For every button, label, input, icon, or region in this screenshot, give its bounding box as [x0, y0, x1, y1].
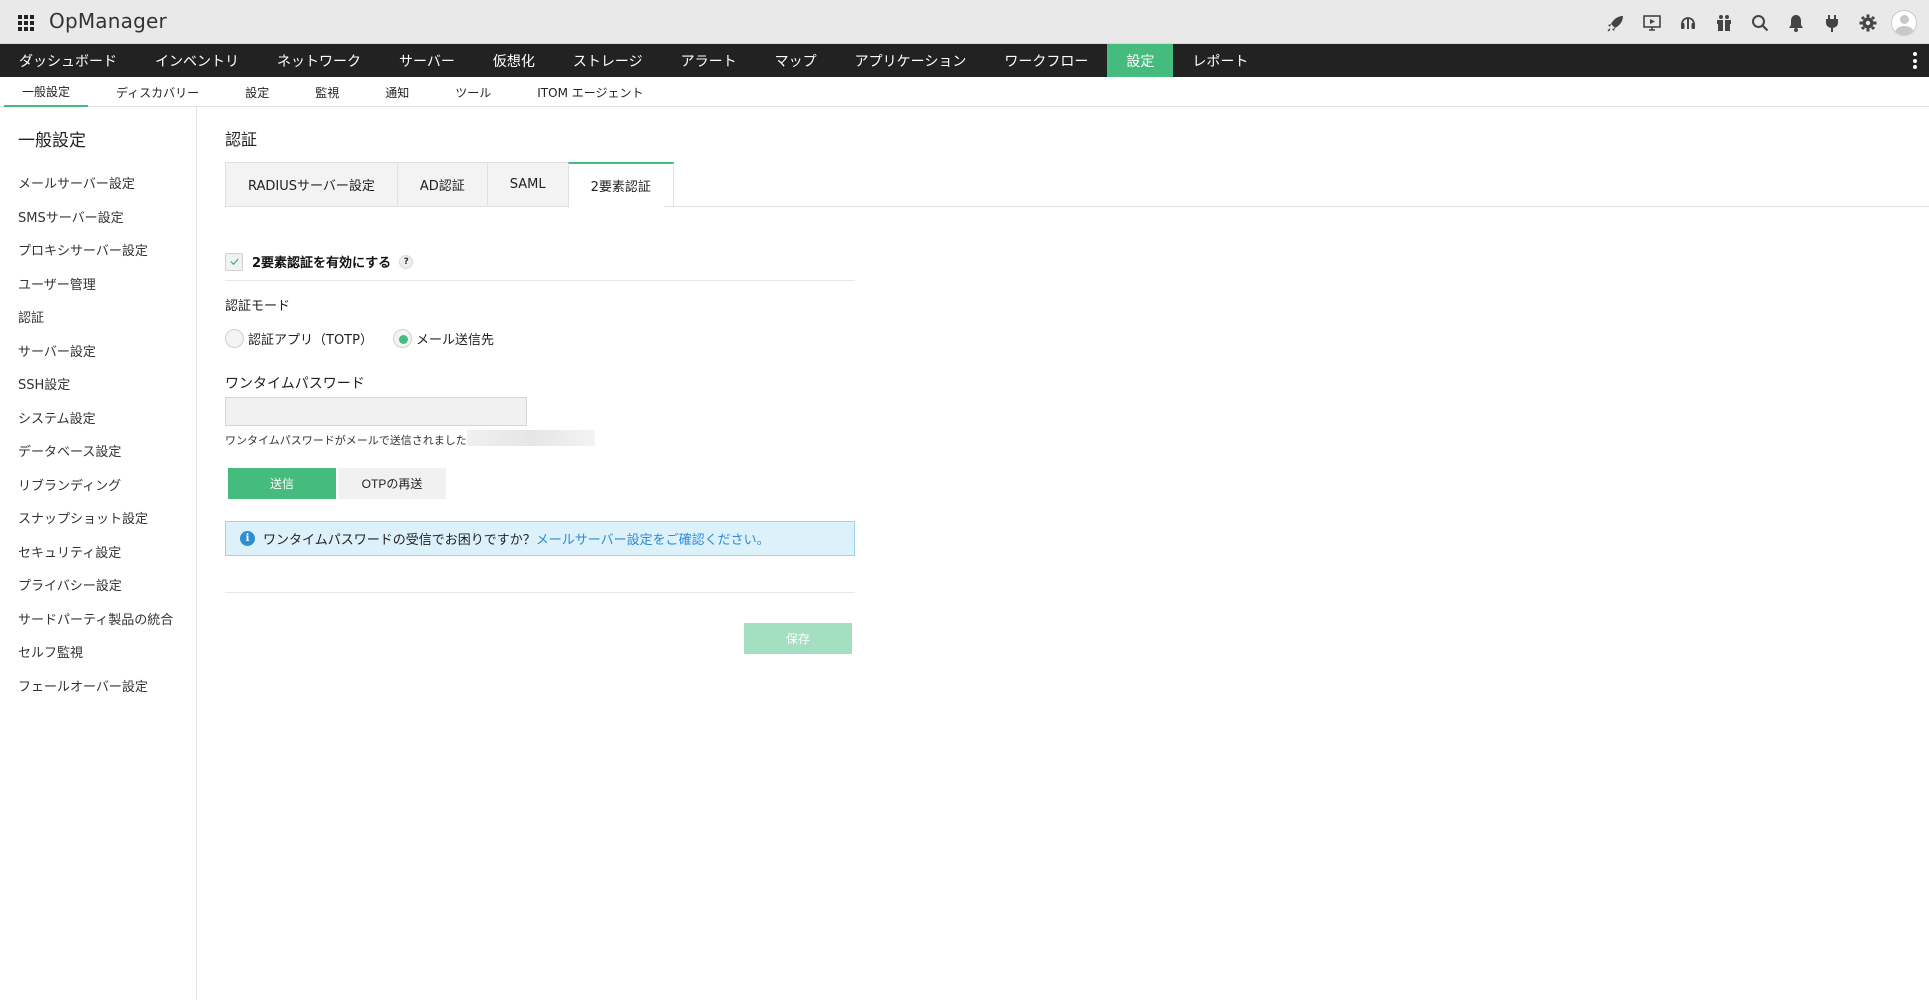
sidebar-item-server-settings[interactable]: サーバー設定 — [18, 341, 173, 375]
tab-two-factor-auth[interactable]: 2要素認証 — [567, 162, 674, 208]
sidebar: 一般設定 メールサーバー設定 SMSサーバー設定 プロキシサーバー設定 ユーザー… — [0, 107, 197, 1000]
resend-otp-button[interactable]: OTPの再送 — [338, 468, 446, 499]
info-icon: i — [240, 531, 255, 546]
sidebar-item-rebranding[interactable]: リブランディング — [18, 475, 173, 509]
masked-email-address — [467, 430, 595, 446]
user-avatar[interactable] — [1891, 10, 1917, 36]
subnav-tools[interactable]: ツール — [437, 77, 509, 107]
enable-2fa-row: 2要素認証を有効にする ? — [225, 252, 414, 271]
auth-mode-label: 認証モード — [225, 299, 291, 314]
app-title: OpManager — [49, 9, 167, 33]
help-icon[interactable]: ? — [399, 254, 414, 269]
tab-saml[interactable]: SAML — [486, 162, 568, 207]
radio-email[interactable] — [392, 329, 412, 348]
nav-virtualization[interactable]: 仮想化 — [474, 44, 554, 77]
nav-network[interactable]: ネットワーク — [258, 44, 380, 77]
auth-tabs: RADIUSサーバー設定 AD認証 SAML 2要素認証 — [225, 162, 674, 208]
sidebar-item-third-party-integration[interactable]: サードパーティ製品の統合 — [18, 609, 173, 643]
sidebar-item-proxy-server[interactable]: プロキシサーバー設定 — [18, 240, 173, 274]
tabs-divider — [664, 206, 1929, 207]
sidebar-item-authentication[interactable]: 認証 — [18, 307, 173, 341]
sidebar-item-failover-settings[interactable]: フェールオーバー設定 — [18, 676, 173, 710]
nav-settings[interactable]: 設定 — [1107, 44, 1174, 77]
otp-input[interactable] — [225, 397, 527, 426]
gear-icon[interactable] — [1855, 10, 1881, 36]
apps-grid-icon[interactable] — [18, 15, 34, 31]
auth-mode-options: 認証アプリ（TOTP） メール送信先 — [225, 329, 514, 348]
nav-servers[interactable]: サーバー — [380, 44, 474, 77]
nav-reports[interactable]: レポート — [1173, 44, 1267, 77]
nav-inventory[interactable]: インベントリ — [136, 44, 258, 77]
tab-ad-authentication[interactable]: AD認証 — [396, 162, 487, 207]
more-vertical-icon[interactable] — [1913, 52, 1917, 69]
top-bar: OpManager — [0, 0, 1929, 44]
enable-2fa-checkbox[interactable] — [225, 252, 243, 271]
sidebar-item-self-monitoring[interactable]: セルフ監視 — [18, 642, 173, 676]
radio-email-label: メール送信先 — [415, 333, 494, 348]
subnav-configuration[interactable]: 設定 — [227, 77, 287, 107]
sidebar-item-mail-server[interactable]: メールサーバー設定 — [18, 173, 173, 207]
sidebar-list: メールサーバー設定 SMSサーバー設定 プロキシサーバー設定 ユーザー管理 認証… — [18, 173, 173, 709]
subnav-itom-agent[interactable]: ITOM エージェント — [519, 77, 661, 107]
sub-nav: 一般設定 ディスカバリー 設定 監視 通知 ツール ITOM エージェント — [0, 77, 1929, 107]
headset-icon[interactable] — [1675, 10, 1701, 36]
info-banner: i ワンタイムパスワードの受信でお困りですか？ メールサーバー設定をご確認くださ… — [225, 521, 855, 556]
subnav-general-settings[interactable]: 一般設定 — [4, 77, 89, 107]
sidebar-item-user-management[interactable]: ユーザー管理 — [18, 274, 173, 308]
rocket-icon[interactable] — [1603, 10, 1629, 36]
check-icon — [229, 258, 239, 266]
otp-sent-message: ワンタイムパスワードがメールで送信されました — [225, 434, 467, 447]
nav-workflow[interactable]: ワークフロー — [985, 44, 1107, 77]
nav-applications[interactable]: アプリケーション — [836, 44, 986, 77]
enable-2fa-label: 2要素認証を有効にする — [252, 256, 392, 271]
main-nav: ダッシュボード インベントリ ネットワーク サーバー 仮想化 ストレージ アラー… — [0, 44, 1929, 77]
nav-alarms[interactable]: アラート — [662, 44, 756, 77]
send-button[interactable]: 送信 — [228, 468, 336, 499]
plug-icon[interactable] — [1819, 10, 1845, 36]
sidebar-item-database-settings[interactable]: データベース設定 — [18, 441, 173, 475]
page-title: 認証 — [225, 130, 258, 149]
sidebar-item-snapshot-settings[interactable]: スナップショット設定 — [18, 508, 173, 542]
subnav-monitoring[interactable]: 監視 — [297, 77, 357, 107]
radio-totp-label: 認証アプリ（TOTP） — [248, 333, 373, 348]
footer-divider — [225, 592, 855, 593]
sidebar-title: 一般設定 — [18, 131, 86, 151]
gift-icon[interactable] — [1711, 10, 1737, 36]
radio-totp-app[interactable] — [225, 329, 244, 348]
search-icon[interactable] — [1747, 10, 1773, 36]
nav-storage[interactable]: ストレージ — [554, 44, 662, 77]
subnav-notifications[interactable]: 通知 — [367, 77, 427, 107]
sidebar-item-sms-server[interactable]: SMSサーバー設定 — [18, 207, 173, 241]
presentation-icon[interactable] — [1639, 10, 1665, 36]
top-icons — [1603, 10, 1917, 36]
subnav-discovery[interactable]: ディスカバリー — [98, 77, 217, 107]
sidebar-item-privacy-settings[interactable]: プライバシー設定 — [18, 575, 173, 609]
sidebar-item-ssh-settings[interactable]: SSH設定 — [18, 374, 173, 408]
mail-server-settings-link[interactable]: メールサーバー設定をご確認ください。 — [536, 529, 770, 548]
nav-dashboard[interactable]: ダッシュボード — [0, 44, 136, 77]
nav-maps[interactable]: マップ — [756, 44, 836, 77]
sidebar-item-system-settings[interactable]: システム設定 — [18, 408, 173, 442]
info-text: ワンタイムパスワードの受信でお困りですか？ — [263, 533, 536, 548]
section-divider — [225, 280, 855, 281]
tab-radius-server[interactable]: RADIUSサーバー設定 — [225, 162, 397, 207]
bell-icon[interactable] — [1783, 10, 1809, 36]
save-button[interactable]: 保存 — [744, 623, 852, 654]
sidebar-item-security-settings[interactable]: セキュリティ設定 — [18, 542, 173, 576]
otp-label: ワンタイムパスワード — [225, 376, 365, 392]
